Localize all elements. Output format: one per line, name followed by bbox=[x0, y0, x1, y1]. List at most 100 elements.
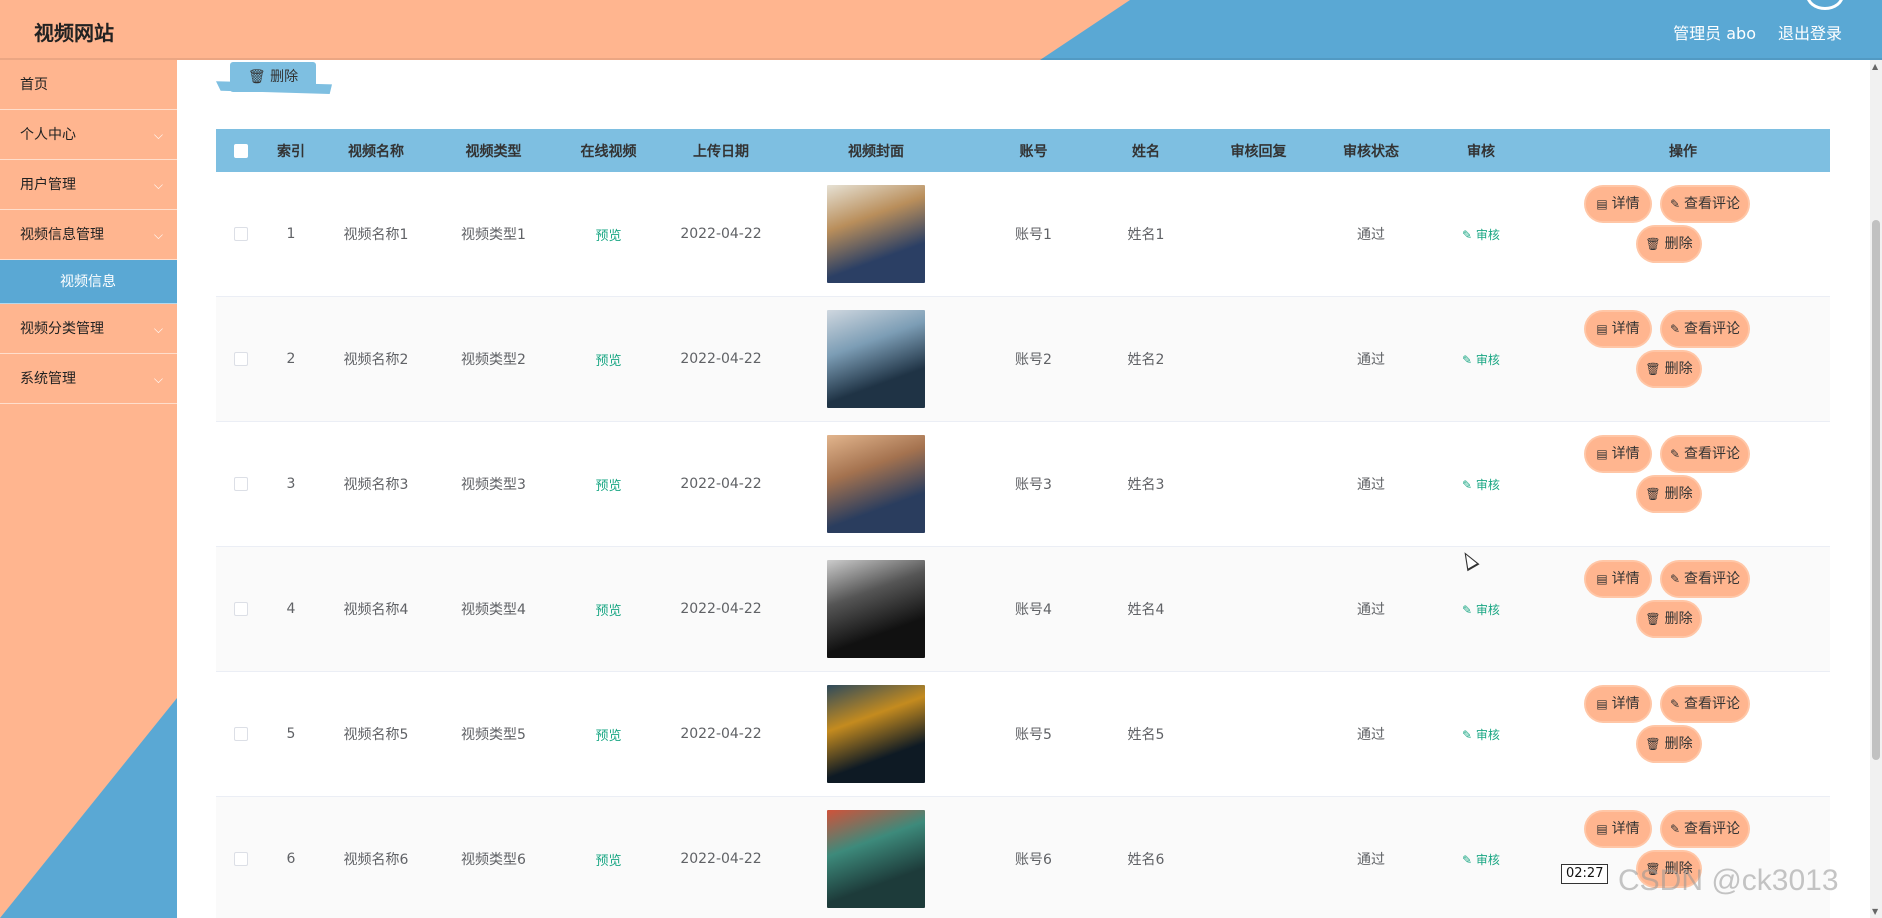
sidebar-item-label: 个人中心 bbox=[20, 127, 76, 143]
row-select-cell bbox=[216, 172, 266, 296]
table-body: 1 视频名称1 视频类型1 预览 2022-04-22 账号1 姓名1 通过 ✎ 审核 ▤ 详情 ✎ 查… bbox=[216, 172, 1830, 918]
row-checkbox[interactable] bbox=[234, 602, 248, 616]
cell-date: 2022-04-22 bbox=[666, 297, 776, 421]
cell-date: 2022-04-22 bbox=[666, 672, 776, 796]
delete-button[interactable]: 🗑 删除 bbox=[1638, 352, 1700, 386]
row-select-cell bbox=[216, 797, 266, 918]
preview-link[interactable]: 预览 bbox=[595, 850, 621, 869]
delete-label: 删除 bbox=[1664, 361, 1693, 377]
audit-label: 审核 bbox=[1475, 227, 1500, 242]
preview-link[interactable]: 预览 bbox=[595, 725, 621, 744]
sidebar-subitem-video-info[interactable]: 视频信息 bbox=[0, 260, 177, 304]
comments-button[interactable]: ✎ 查看评论 bbox=[1662, 187, 1748, 221]
cell-name: 视频名称2 bbox=[316, 297, 436, 421]
trash-icon: 🗑 bbox=[247, 69, 266, 85]
scroll-down-icon[interactable]: ▼ bbox=[1872, 907, 1878, 916]
cell-cover bbox=[776, 422, 976, 546]
audit-link[interactable]: ✎ 审核 bbox=[1462, 351, 1500, 368]
detail-button[interactable]: ▤ 详情 bbox=[1586, 437, 1650, 471]
delete-button[interactable]: 🗑 删除 bbox=[1638, 477, 1700, 511]
cell-status: 通过 bbox=[1316, 672, 1426, 796]
select-all-checkbox[interactable] bbox=[234, 143, 248, 158]
cell-date: 2022-04-22 bbox=[666, 547, 776, 671]
sidebar-item-1[interactable]: 个人中心 ⌵ bbox=[0, 110, 177, 160]
bulk-delete-button[interactable]: 🗑 删除 bbox=[230, 62, 316, 92]
comments-button[interactable]: ✎ 查看评论 bbox=[1662, 812, 1748, 846]
delete-label: 删除 bbox=[1664, 611, 1693, 627]
detail-button[interactable]: ▤ 详情 bbox=[1586, 812, 1650, 846]
cell-text: 2 bbox=[286, 351, 296, 367]
row-select-cell bbox=[216, 297, 266, 421]
row-checkbox[interactable] bbox=[234, 352, 248, 366]
row-checkbox[interactable] bbox=[234, 852, 248, 866]
cell-audit: ✎ 审核 bbox=[1426, 422, 1536, 546]
preview-link[interactable]: 预览 bbox=[595, 225, 621, 244]
audit-link[interactable]: ✎ 审核 bbox=[1462, 226, 1500, 243]
cell-text: 2022-04-22 bbox=[680, 226, 762, 242]
cell-text: 账号2 bbox=[1015, 352, 1052, 368]
video-cover-image bbox=[827, 685, 925, 783]
sidebar-item-6[interactable]: 系统管理 ⌵ bbox=[0, 354, 177, 404]
column-header-label: 审核回复 bbox=[1230, 143, 1287, 160]
edit-icon: ✎ bbox=[1462, 227, 1476, 242]
scrollbar-thumb[interactable] bbox=[1872, 220, 1880, 760]
row-checkbox[interactable] bbox=[234, 227, 248, 241]
logout-button[interactable]: 退出登录 bbox=[1778, 20, 1842, 44]
sidebar-item-5[interactable]: 视频分类管理 ⌵ bbox=[0, 304, 177, 354]
cell-account: 账号2 bbox=[976, 297, 1091, 421]
preview-link[interactable]: 预览 bbox=[595, 600, 621, 619]
audit-link[interactable]: ✎ 审核 bbox=[1462, 601, 1500, 618]
sidebar-item-2[interactable]: 用户管理 ⌵ bbox=[0, 160, 177, 210]
avatar[interactable] bbox=[1806, 0, 1844, 10]
row-checkbox[interactable] bbox=[234, 477, 248, 491]
delete-button[interactable]: 🗑 删除 bbox=[1638, 602, 1700, 636]
comments-button[interactable]: ✎ 查看评论 bbox=[1662, 687, 1748, 721]
cell-cover bbox=[776, 172, 976, 296]
admin-label: 管理员 abo bbox=[1673, 24, 1756, 43]
edit-icon: ✎ bbox=[1669, 697, 1681, 711]
chevron-down-icon: ⌵ bbox=[153, 322, 163, 336]
detail-button[interactable]: ▤ 详情 bbox=[1586, 312, 1650, 346]
cell-text: 6 bbox=[286, 851, 296, 867]
cell-type: 视频类型2 bbox=[436, 297, 551, 421]
scroll-up-icon[interactable]: ▲ bbox=[1872, 62, 1878, 71]
column-header-label: 审核 bbox=[1467, 143, 1495, 160]
detail-label: 详情 bbox=[1611, 571, 1640, 587]
audit-link[interactable]: ✎ 审核 bbox=[1462, 726, 1500, 743]
delete-button[interactable]: 🗑 删除 bbox=[1638, 227, 1700, 261]
delete-button[interactable]: 🗑 删除 bbox=[1638, 727, 1700, 761]
video-cover-image bbox=[827, 810, 925, 908]
audit-label: 审核 bbox=[1475, 477, 1500, 492]
preview-link[interactable]: 预览 bbox=[595, 350, 621, 369]
delete-label: 删除 bbox=[1664, 486, 1693, 502]
row-checkbox[interactable] bbox=[234, 727, 248, 741]
cell-index: 5 bbox=[266, 672, 316, 796]
trash-icon: 🗑 bbox=[1645, 737, 1661, 751]
document-icon: ▤ bbox=[1596, 197, 1608, 211]
comments-button[interactable]: ✎ 查看评论 bbox=[1662, 312, 1748, 346]
row-select-cell bbox=[216, 547, 266, 671]
row-select-cell bbox=[216, 672, 266, 796]
comments-button[interactable]: ✎ 查看评论 bbox=[1662, 437, 1748, 471]
audit-link[interactable]: ✎ 审核 bbox=[1462, 851, 1500, 868]
detail-button[interactable]: ▤ 详情 bbox=[1586, 187, 1650, 221]
cell-text: 视频类型3 bbox=[461, 477, 526, 493]
cell-account: 账号5 bbox=[976, 672, 1091, 796]
sidebar-item-3[interactable]: 视频信息管理 ⌵ bbox=[0, 210, 177, 260]
cell-text: 2022-04-22 bbox=[680, 351, 762, 367]
detail-button[interactable]: ▤ 详情 bbox=[1586, 562, 1650, 596]
row-actions: ▤ 详情 ✎ 查看评论 🗑 删除 bbox=[1586, 422, 1836, 546]
cell-date: 2022-04-22 bbox=[666, 797, 776, 918]
column-header: 审核状态 bbox=[1316, 129, 1426, 172]
sidebar-item-0[interactable]: 首页 bbox=[0, 60, 177, 110]
column-header-label: 上传日期 bbox=[693, 143, 749, 160]
scrollbar[interactable]: ▲ ▼ bbox=[1870, 60, 1882, 918]
detail-button[interactable]: ▤ 详情 bbox=[1586, 687, 1650, 721]
video-cover-image bbox=[827, 310, 925, 408]
cell-online: 预览 bbox=[551, 297, 666, 421]
preview-link[interactable]: 预览 bbox=[595, 475, 621, 494]
edit-icon: ✎ bbox=[1462, 477, 1476, 492]
comments-button[interactable]: ✎ 查看评论 bbox=[1662, 562, 1748, 596]
audit-link[interactable]: ✎ 审核 bbox=[1462, 476, 1500, 493]
column-header-label: 视频封面 bbox=[848, 143, 904, 160]
